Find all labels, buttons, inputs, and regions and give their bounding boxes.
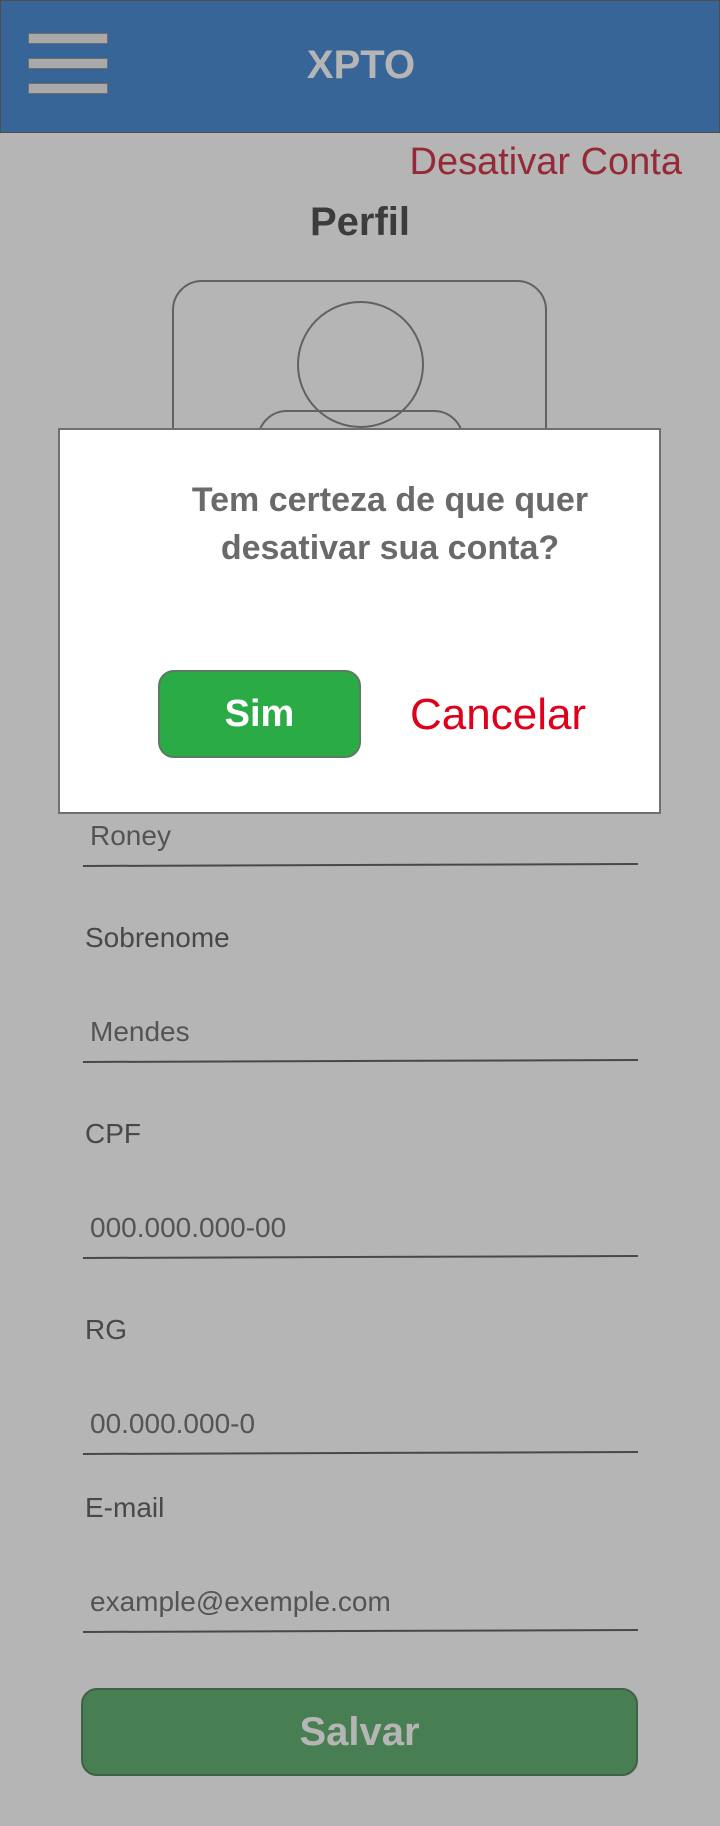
confirm-yes-button[interactable]: Sim: [158, 670, 361, 758]
dialog-question-line1: Tem certeza de que quer: [191, 481, 589, 519]
deactivate-confirm-dialog: Tem certeza de que quer desativar sua co…: [58, 428, 661, 814]
dialog-question-line2: desativar sua conta?: [220, 529, 560, 567]
modal-backdrop: [0, 0, 720, 1826]
dialog-question: Tem certeza de que quer desativar sua co…: [140, 476, 640, 572]
cancel-button[interactable]: Cancelar: [410, 690, 586, 740]
